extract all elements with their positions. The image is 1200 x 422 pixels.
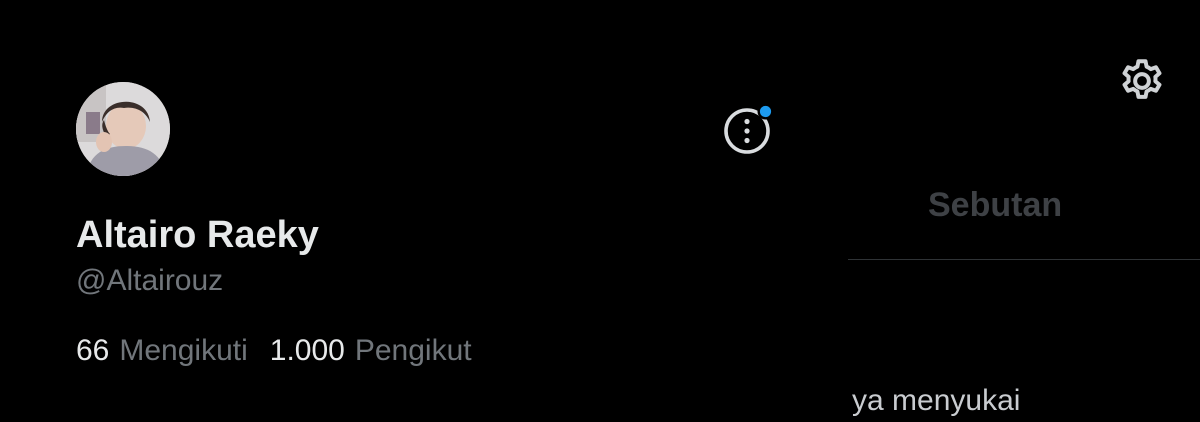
followers-label: Pengikut [354,334,472,367]
followers-stat[interactable]: 1.000 Pengikut [270,334,472,368]
more-vertical-circle-icon[interactable] [720,104,774,158]
following-stat[interactable]: 66 Mengikuti [76,334,248,368]
following-label: Mengikuti [119,334,248,367]
user-handle[interactable]: @Altairouz [76,264,223,298]
avatar[interactable] [76,82,170,176]
screen: Sebutan ya menyukai Altairo Raeky @Altai… [0,0,1200,422]
follow-stats: 66 Mengikuti 1.000 Pengikut [76,334,494,368]
followers-count: 1.000 [269,334,345,367]
notification-peek-text: ya menyukai [852,384,1021,417]
display-name[interactable]: Altairo Raeky [76,214,319,257]
avatar-image [76,82,170,176]
following-count: 66 [76,334,110,367]
tab-divider [848,259,1200,260]
tab-mentions[interactable]: Sebutan [928,186,1062,225]
notification-dot [759,105,772,118]
side-drawer: Altairo Raeky @Altairouz 66 Mengikuti 1.… [0,0,848,422]
gear-icon[interactable] [1117,56,1167,106]
